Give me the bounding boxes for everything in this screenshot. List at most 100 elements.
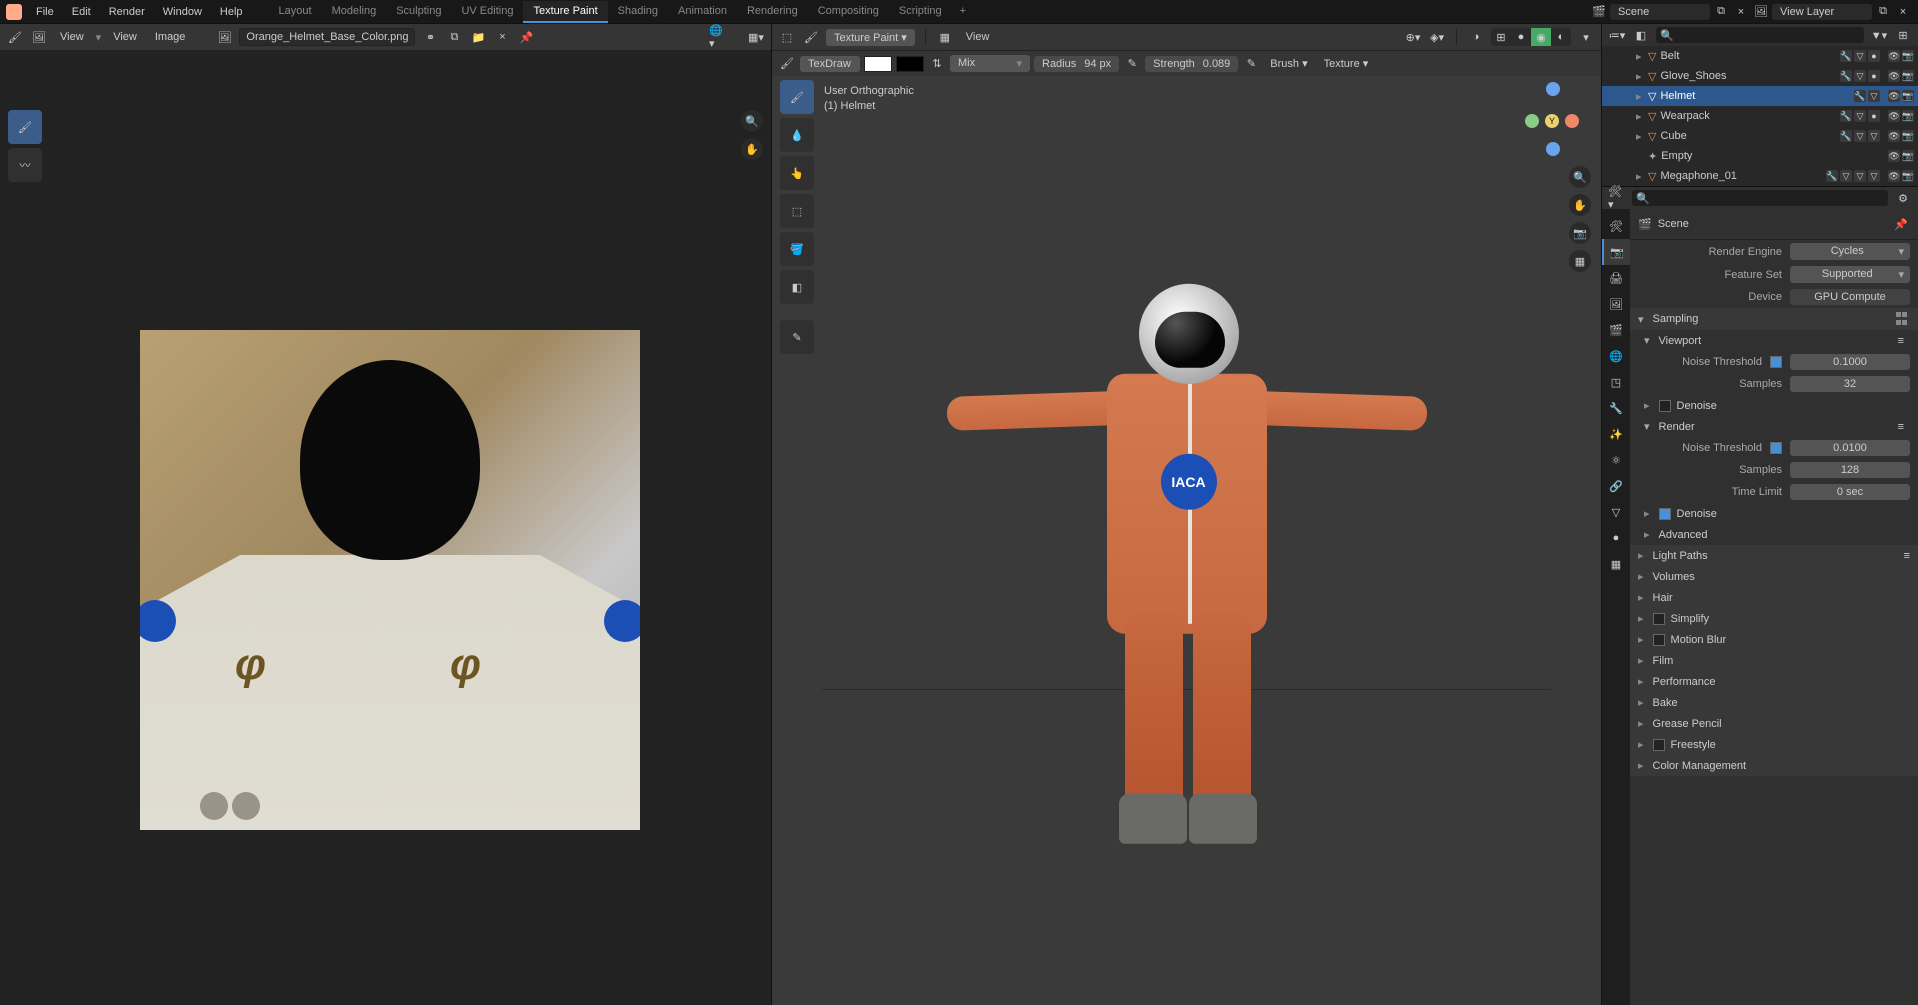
vp-soften-tool-icon[interactable]: 💧 [780, 118, 814, 152]
outliner-item-gloveshoes[interactable]: ▸▽Glove_Shoes 🔧▽● 👁📷 [1602, 66, 1918, 86]
list-icon[interactable]: ≡ [1898, 335, 1904, 347]
ws-texpaint[interactable]: Texture Paint [523, 1, 607, 23]
strength-pressure-icon[interactable]: ✎ [1242, 55, 1260, 73]
tab-output-icon[interactable]: 🖨 [1602, 265, 1630, 291]
tab-world-icon[interactable]: 🌐 [1602, 343, 1630, 369]
tab-physics-icon[interactable]: ⚛ [1602, 447, 1630, 473]
r-noise-field[interactable]: 0.0100 [1790, 440, 1910, 456]
ws-layout[interactable]: Layout [269, 1, 322, 23]
tab-render-icon[interactable]: 📷 [1602, 239, 1630, 265]
gizmo-y-neg-icon[interactable] [1525, 114, 1539, 128]
ws-modeling[interactable]: Modeling [322, 1, 387, 23]
ws-compositing[interactable]: Compositing [808, 1, 889, 23]
viewlayer-new-icon[interactable]: ⧉ [1874, 3, 1892, 21]
img-display-icon[interactable]: ▦▾ [747, 28, 765, 46]
swap-colors-icon[interactable]: ⇅ [928, 55, 946, 73]
vp-view-menu[interactable]: View [960, 29, 996, 45]
subpanel-viewport[interactable]: Viewport≡ [1630, 330, 1918, 351]
soften-tool-icon[interactable]: 〰 [8, 148, 42, 182]
outliner-item-empty[interactable]: ✦Empty 👁📷 [1602, 146, 1918, 166]
image-name-field[interactable]: Orange_Helmet_Base_Color.png [239, 28, 415, 46]
tab-modifiers-icon[interactable]: 🔧 [1602, 395, 1630, 421]
panel-bake[interactable]: Bake [1630, 692, 1918, 713]
outliner-search[interactable]: 🔍 [1656, 27, 1864, 43]
freestyle-checkbox[interactable] [1653, 739, 1665, 751]
paint-mode-icon[interactable]: 🖼 [30, 28, 48, 46]
viewlayer-name-field[interactable]: View Layer [1772, 4, 1872, 20]
vp-clone-tool-icon[interactable]: ⬚ [780, 194, 814, 228]
gizmo-y-icon[interactable]: Y [1545, 114, 1559, 128]
props-search[interactable]: 🔍 [1632, 190, 1888, 206]
radius-pressure-icon[interactable]: ✎ [1123, 55, 1141, 73]
viewlayer-delete-icon[interactable]: × [1894, 3, 1912, 21]
image-linked-icon[interactable]: ⚭ [421, 28, 439, 46]
vp-mask-tool-icon[interactable]: ◧ [780, 270, 814, 304]
ws-add-button[interactable]: + [952, 1, 974, 23]
image-canvas[interactable]: 🖌 〰 🔍 ✋ φ φ [0, 50, 771, 1005]
outliner-filter-icon[interactable]: ▼▾ [1870, 26, 1888, 44]
image-new-icon[interactable]: ⧉ [445, 28, 463, 46]
image-open-icon[interactable]: 📁 [469, 28, 487, 46]
rendered-shading-icon[interactable]: ◐ [1551, 28, 1571, 46]
subpanel-render[interactable]: Render≡ [1630, 416, 1918, 437]
device-dropdown[interactable]: GPU Compute [1790, 289, 1910, 305]
mesh-data-icon[interactable]: ▽ [1854, 50, 1866, 62]
modifier-icon[interactable]: 🔧 [1840, 50, 1852, 62]
menu-render[interactable]: Render [101, 3, 153, 21]
panel-film[interactable]: Film [1630, 650, 1918, 671]
preset-icon[interactable] [1896, 312, 1910, 326]
blend-mode-dropdown[interactable]: Mix ▾ [950, 55, 1030, 72]
panel-sampling[interactable]: Sampling [1630, 308, 1918, 330]
axis-gizmo[interactable]: Y [1525, 86, 1581, 142]
vp-pan-icon[interactable]: ✋ [1569, 194, 1591, 216]
draw-tool-icon[interactable]: 🖌 [8, 110, 42, 144]
outliner-item-helmet[interactable]: ▸▽Helmet 🔧▽ 👁📷 [1602, 86, 1918, 106]
props-type-icon[interactable]: 🛠▾ [1608, 189, 1626, 207]
vp-zoom-icon[interactable]: 🔍 [1569, 166, 1591, 188]
ws-shading[interactable]: Shading [608, 1, 668, 23]
zoom-icon[interactable]: 🔍 [741, 110, 763, 132]
ws-animation[interactable]: Animation [668, 1, 737, 23]
texture-panel-drop[interactable]: Texture ▾ [1318, 55, 1375, 72]
subpanel-vp-denoise[interactable]: Denoise [1630, 395, 1918, 416]
vp-draw-tool-icon[interactable]: 🖌 [780, 80, 814, 114]
gizmo-x-icon[interactable] [1565, 114, 1579, 128]
simplify-checkbox[interactable] [1653, 613, 1665, 625]
subpanel-advanced[interactable]: Advanced [1630, 524, 1918, 545]
gizmo-z-icon[interactable] [1546, 82, 1560, 96]
ws-scripting[interactable]: Scripting [889, 1, 952, 23]
scene-name-field[interactable]: Scene [1610, 4, 1710, 20]
panel-hair[interactable]: Hair [1630, 587, 1918, 608]
outliner-type-icon[interactable]: ≔▾ [1608, 26, 1626, 44]
panel-color-mgmt[interactable]: Color Management [1630, 755, 1918, 776]
matprev-shading-icon[interactable]: ◉ [1531, 28, 1551, 46]
motionblur-checkbox[interactable] [1653, 634, 1665, 646]
editor-type-icon[interactable]: 🖌 [6, 28, 24, 46]
vp-smear-tool-icon[interactable]: 👆 [780, 156, 814, 190]
panel-light-paths[interactable]: Light Paths≡ [1630, 545, 1918, 566]
vp-noise-checkbox[interactable] [1770, 356, 1782, 368]
menu-window[interactable]: Window [155, 3, 210, 21]
scene-browse-icon[interactable]: 🎬 [1590, 3, 1608, 21]
image-browse-icon[interactable]: 🖼 [215, 28, 233, 46]
panel-motion-blur[interactable]: Motion Blur [1630, 629, 1918, 650]
props-options-icon[interactable]: ⚙ [1894, 189, 1912, 207]
strength-field[interactable]: Strength0.089 [1145, 56, 1238, 72]
render-engine-dropdown[interactable]: Cycles ▾ [1790, 243, 1910, 260]
r-samples-field[interactable]: 128 [1790, 462, 1910, 478]
outliner-item-megaphone[interactable]: ▸▽Megaphone_01 🔧▽▽▽ 👁📷 [1602, 166, 1918, 186]
menu-help[interactable]: Help [212, 3, 251, 21]
image-pin-icon[interactable]: 📌 [517, 28, 535, 46]
outliner-item-cube[interactable]: ▸▽Cube 🔧▽▽ 👁📷 [1602, 126, 1918, 146]
gizmo-z-neg-icon[interactable] [1546, 142, 1560, 156]
ws-rendering[interactable]: Rendering [737, 1, 808, 23]
solid-shading-icon[interactable]: ● [1511, 28, 1531, 46]
mode-dropdown[interactable]: Texture Paint ▾ [826, 29, 915, 46]
brush-browse-icon[interactable]: 🖌 [778, 55, 796, 73]
shading-drop-icon[interactable]: ▾ [1577, 28, 1595, 46]
tab-scene-icon[interactable]: 🎬 [1602, 317, 1630, 343]
vp-persp-icon[interactable]: ▦ [1569, 250, 1591, 272]
mode-icon[interactable]: 🖌 [802, 28, 820, 46]
material-icon[interactable]: ● [1868, 50, 1880, 62]
outliner-item-belt[interactable]: ▸▽Belt 🔧▽● 👁📷 [1602, 46, 1918, 66]
